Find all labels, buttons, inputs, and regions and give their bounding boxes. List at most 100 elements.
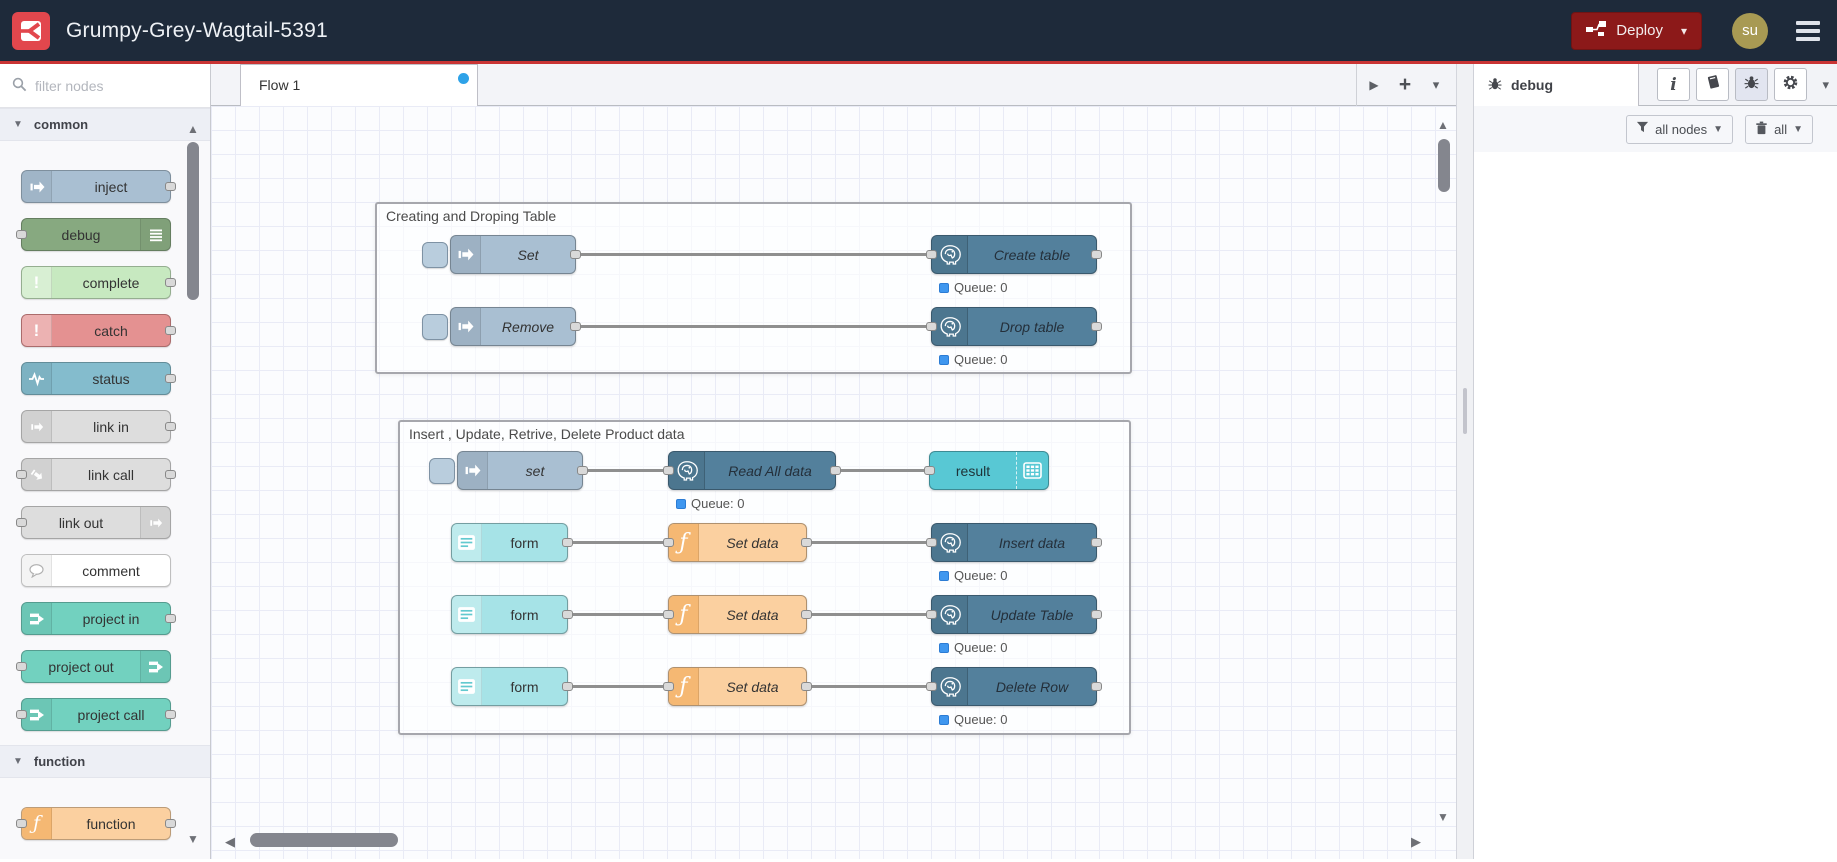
inject-button[interactable] [429,457,455,484]
wire[interactable] [583,469,668,472]
port-in[interactable] [16,709,27,719]
debug-filter-button[interactable]: all nodes ▼ [1626,114,1734,144]
port-in[interactable] [926,249,937,259]
user-avatar[interactable]: su [1732,12,1768,49]
port-out[interactable] [165,469,176,479]
port-out[interactable] [165,818,176,828]
help-panel-button[interactable] [1696,68,1729,101]
group-create-drop-table[interactable]: Creating and Droping Table [375,202,1132,374]
inject-button[interactable] [422,241,448,268]
function-node-set-data[interactable]: ƒ Set data [663,523,812,562]
port-in[interactable] [16,469,27,479]
port-out[interactable] [562,609,573,619]
port-in[interactable] [663,681,674,691]
palette-node-status[interactable]: status [21,362,176,395]
port-in[interactable] [924,465,935,475]
palette-node-complete[interactable]: ! complete [21,266,176,299]
debug-panel-button[interactable] [1735,68,1768,101]
palette-scrollbar-thumb[interactable] [187,142,199,300]
port-in[interactable] [16,661,27,671]
sidebar-resize-separator[interactable] [1456,64,1474,859]
port-in[interactable] [16,229,27,239]
canvas-vscrollbar-thumb[interactable] [1438,139,1450,192]
canvas-scroll-right-icon[interactable]: ▶ [1411,834,1421,850]
port-out[interactable] [165,421,176,431]
flow-canvas[interactable]: Creating and Droping Table Set Create ta… [211,106,1456,859]
port-out[interactable] [165,277,176,287]
port-in[interactable] [16,818,27,828]
main-menu-button[interactable] [1796,20,1820,41]
port-out[interactable] [1091,321,1102,331]
postgres-node-insert-data[interactable]: Insert data [926,523,1102,562]
debug-clear-button[interactable]: all ▼ [1745,114,1813,144]
deploy-button[interactable]: Deploy ▾ [1571,11,1702,50]
postgres-node-drop-table[interactable]: Drop table [926,307,1102,346]
palette-node-debug[interactable]: debug [16,218,171,251]
postgres-node-create-table[interactable]: Create table [926,235,1102,274]
function-node-set-data[interactable]: ƒ Set data [663,595,812,634]
wire[interactable] [576,253,931,256]
palette-scroll-up-icon[interactable]: ▲ [186,122,200,136]
postgres-node-read-all-data[interactable]: Read All data [663,451,841,490]
port-in[interactable] [663,465,674,475]
port-out[interactable] [1091,537,1102,547]
wire[interactable] [807,613,931,616]
config-panel-button[interactable] [1774,68,1807,101]
palette-node-inject[interactable]: inject [21,170,176,203]
palette-node-catch[interactable]: ! catch [21,314,176,347]
palette-node-project-out[interactable]: project out [16,650,171,683]
port-in[interactable] [16,517,27,527]
tab-scroll-right-icon[interactable]: ▶ [1361,64,1387,106]
port-out[interactable] [801,681,812,691]
add-flow-button[interactable]: + [1391,64,1419,106]
wire[interactable] [836,469,929,472]
port-out[interactable] [1091,681,1102,691]
canvas-scroll-left-icon[interactable]: ◀ [225,834,235,850]
port-out[interactable] [165,181,176,191]
palette-scroll-down-icon[interactable]: ▼ [186,832,200,846]
palette-node-function[interactable]: ƒ function [16,807,176,840]
flow-list-caret-icon[interactable]: ▾ [1423,64,1449,106]
wire[interactable] [807,541,931,544]
port-in[interactable] [663,609,674,619]
port-in[interactable] [926,537,937,547]
palette-search[interactable]: filter nodes [0,64,210,108]
form-node[interactable]: form [451,523,573,562]
palette-node-link-call[interactable]: link call [16,458,176,491]
palette-node-link-in[interactable]: link in [21,410,176,443]
wire[interactable] [807,685,931,688]
palette-node-project-in[interactable]: project in [21,602,176,635]
inject-button[interactable] [422,313,448,340]
canvas-hscrollbar-thumb[interactable] [250,833,398,847]
tab-flow-1[interactable]: Flow 1 [240,64,478,106]
palette-category-common[interactable]: ▼ common [0,108,210,141]
port-in[interactable] [926,609,937,619]
palette-node-project-call[interactable]: project call [16,698,176,731]
inject-node-set[interactable]: Set [422,235,581,274]
port-in[interactable] [663,537,674,547]
inject-node-remove[interactable]: Remove [422,307,581,346]
port-out[interactable] [165,325,176,335]
info-panel-button[interactable]: i [1657,68,1690,101]
tab-debug[interactable]: debug [1474,64,1639,106]
deploy-options-caret-icon[interactable]: ▾ [1681,24,1687,38]
wire[interactable] [568,541,668,544]
wire[interactable] [576,325,931,328]
port-out[interactable] [165,709,176,719]
port-out[interactable] [1091,609,1102,619]
port-out[interactable] [570,321,581,331]
port-out[interactable] [801,609,812,619]
function-node-set-data[interactable]: ƒ Set data [663,667,812,706]
port-out[interactable] [577,465,588,475]
port-out[interactable] [562,681,573,691]
sidebar-options-caret-icon[interactable]: ▾ [1822,77,1829,93]
wire[interactable] [568,685,668,688]
port-out[interactable] [165,373,176,383]
canvas-scroll-down-icon[interactable]: ▼ [1435,810,1451,824]
port-out[interactable] [830,465,841,475]
canvas-scroll-up-icon[interactable]: ▲ [1435,118,1451,132]
port-out[interactable] [1091,249,1102,259]
palette-node-comment[interactable]: comment [21,554,171,587]
port-out[interactable] [562,537,573,547]
port-out[interactable] [570,249,581,259]
